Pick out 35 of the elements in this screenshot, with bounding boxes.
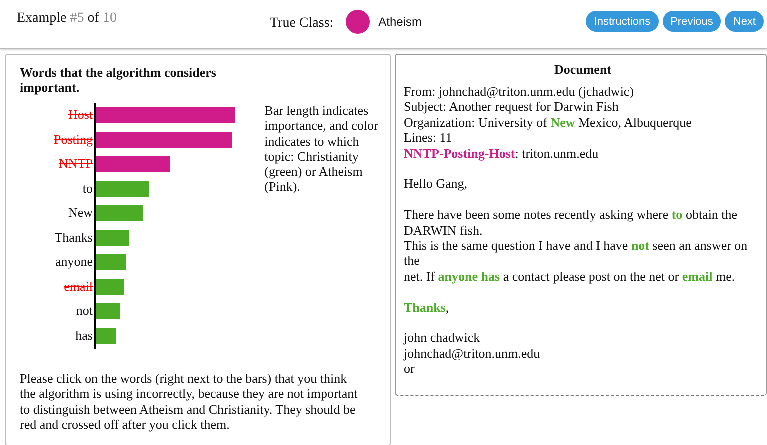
instructions-text: Please click on the words (right next to the bars) that you think the algorithm is using incorrectly, because they are not important to distinguish between Atheism and Christianity. They should be red and crossed off after you click them. <box>20 371 359 432</box>
document-line: This is the same question I have and I have not seen an answer on <box>404 238 749 254</box>
word-label[interactable]: New <box>20 205 95 221</box>
document-title: Document <box>553 62 613 78</box>
document-line: Organization: University of New Mexico, Albuquerque <box>404 114 693 130</box>
document-line: Hello Gang, <box>404 176 469 192</box>
document-line: DARWIN fish. <box>404 222 484 238</box>
document-line: Thanks, <box>404 300 450 316</box>
document-line: Lines: 11 <box>404 130 454 146</box>
word-label[interactable]: Host <box>20 107 95 123</box>
true-class-name: Atheism <box>378 15 422 29</box>
panel-title: Words that the algorithm considers important. <box>20 65 218 95</box>
document-line: or <box>404 361 416 377</box>
document-line: net. If anyone has a contact please post on the net or email me. <box>404 268 736 284</box>
example-counter: Example #5 of 10 <box>17 11 117 27</box>
previous-button[interactable]: Previous <box>662 11 722 32</box>
document-line: john chadwick <box>404 330 482 346</box>
word-label[interactable]: has <box>20 328 95 344</box>
true-class-label: True Class: <box>270 16 334 32</box>
word-label[interactable]: to <box>20 180 95 196</box>
document-line: NNTP-Posting-Host: triton.unm.edu <box>404 146 600 162</box>
document-line: There have been some notes recently asking where to obtain the <box>404 207 739 223</box>
word-label[interactable]: anyone <box>20 254 95 270</box>
word-label[interactable]: not <box>20 303 95 319</box>
instructions-button[interactable]: Instructions <box>586 11 659 32</box>
word-label[interactable]: NNTP <box>20 156 95 172</box>
next-button[interactable]: Next <box>725 11 764 32</box>
document-line: the <box>404 253 421 269</box>
word-label[interactable]: Posting <box>20 132 95 148</box>
legend-text: Bar length indicates importance, and color indicates to which topic: Christianity (green) or Atheism (Pink). <box>264 103 380 196</box>
word-label[interactable]: email <box>20 278 95 294</box>
document-line: Subject: Another request for Darwin Fish <box>404 99 620 115</box>
word-label[interactable]: Thanks <box>20 230 95 246</box>
document-line: From: johnchad@triton.unm.edu (jchadwic) <box>404 84 636 100</box>
document-line: johnchad@triton.unm.edu <box>404 346 542 362</box>
